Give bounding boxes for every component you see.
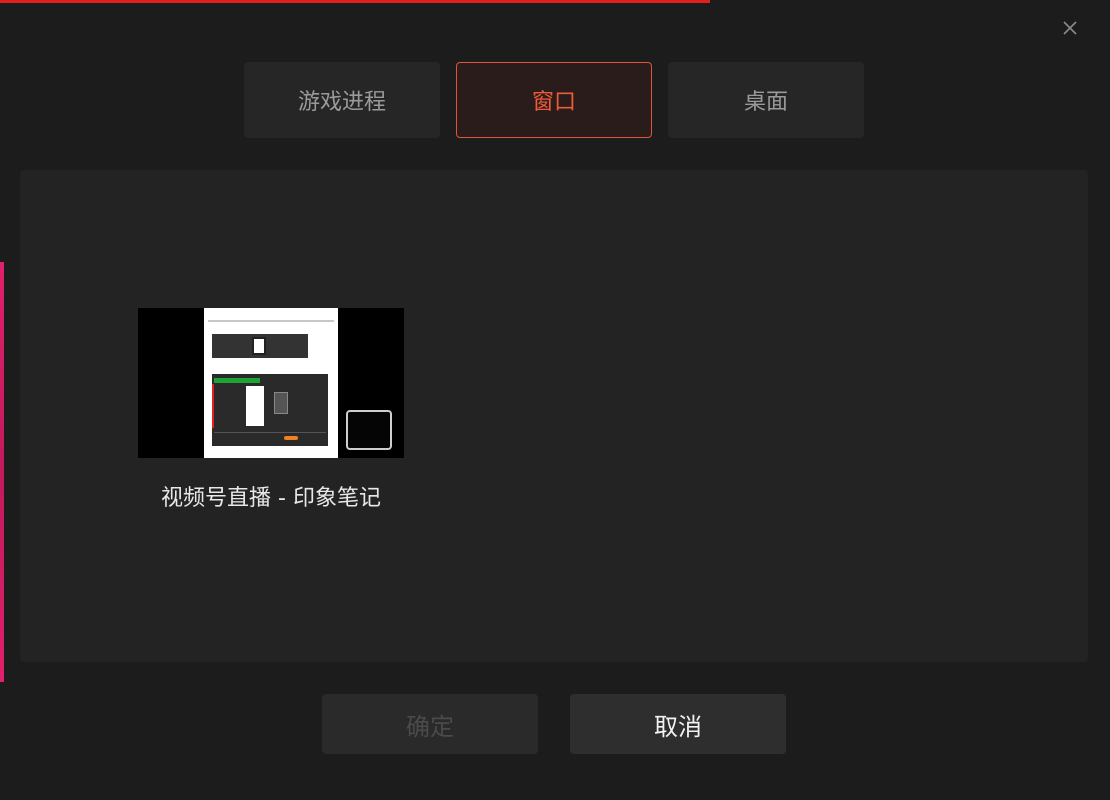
- phone-preview-icon: [274, 392, 288, 414]
- capture-source-dialog: 游戏进程 窗口 桌面 视频号直播 - 印象笔记 确定 取消: [0, 0, 1110, 800]
- cancel-button[interactable]: 取消: [570, 694, 786, 754]
- close-icon: [1063, 21, 1077, 35]
- left-accent-strip: [0, 262, 4, 682]
- window-title: 视频号直播 - 印象笔记: [161, 486, 381, 511]
- tab-desktop[interactable]: 桌面: [668, 62, 864, 138]
- window-thumbnail: [138, 308, 404, 458]
- top-progress-bar: [0, 0, 710, 3]
- window-item[interactable]: 视频号直播 - 印象笔记: [138, 308, 404, 512]
- thumbnail-selection-frame: [346, 410, 392, 450]
- thumbnail-page-preview: [204, 308, 338, 458]
- confirm-button[interactable]: 确定: [322, 694, 538, 754]
- tab-game-process[interactable]: 游戏进程: [244, 62, 440, 138]
- qr-code-icon: [252, 337, 266, 355]
- close-button[interactable]: [1058, 16, 1082, 40]
- window-list-panel: 视频号直播 - 印象笔记: [20, 170, 1088, 662]
- source-type-tabs: 游戏进程 窗口 桌面: [244, 62, 864, 138]
- tab-window[interactable]: 窗口: [456, 62, 652, 138]
